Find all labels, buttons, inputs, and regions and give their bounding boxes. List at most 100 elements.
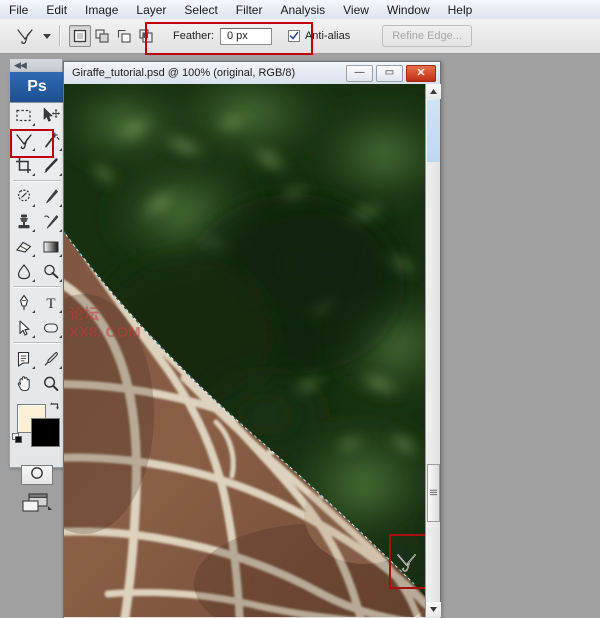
lasso-tool-icon [14, 26, 36, 46]
toolbox-row [10, 234, 64, 259]
minimize-button[interactable]: — [346, 65, 373, 82]
minimize-icon: — [355, 68, 365, 78]
swap-colors-icon[interactable] [48, 400, 61, 418]
scroll-down-button[interactable] [426, 602, 441, 617]
document-title: Giraffe_tutorial.psd @ 100% (original, R… [72, 67, 295, 79]
toolbox-divider [13, 180, 61, 182]
flyout-corner-icon [32, 279, 35, 282]
flyout-corner-icon [32, 173, 35, 176]
menu-item-select[interactable]: Select [176, 1, 225, 19]
canvas-area[interactable]: 论坛 XX8. COM [64, 84, 440, 617]
magic-wand-tool[interactable] [37, 128, 64, 153]
scroll-up-button[interactable] [426, 84, 441, 99]
menu-item-file[interactable]: File [1, 1, 36, 19]
path-selection-tool[interactable] [10, 315, 37, 340]
refine-edge-button[interactable]: Refine Edge... [382, 25, 472, 47]
new-selection-button[interactable] [69, 25, 91, 47]
toolbox-row [10, 259, 64, 284]
scrollbar-thumb[interactable] [427, 464, 440, 522]
toolbox-divider [13, 286, 61, 288]
photoshop-logo-text: Ps [27, 78, 47, 96]
flyout-corner-icon [59, 148, 62, 151]
double-chevron-left-icon[interactable]: ◀◀ [14, 60, 26, 71]
move-tool[interactable] [37, 103, 64, 128]
slice-tool[interactable] [37, 153, 64, 178]
notes-tool[interactable] [10, 346, 37, 371]
menu-item-window[interactable]: Window [379, 1, 438, 19]
chevron-down-icon[interactable] [43, 34, 51, 39]
scrollbar-track-highlight [427, 100, 440, 162]
flyout-corner-icon [32, 366, 35, 369]
tool-preset-picker[interactable] [14, 26, 51, 46]
close-button[interactable]: ✕ [406, 65, 436, 82]
subtract-from-selection-button[interactable] [113, 25, 135, 47]
flyout-corner-icon [59, 310, 62, 313]
blur-tool[interactable] [10, 259, 37, 284]
maximize-icon: ▭ [385, 68, 394, 78]
menu-item-image[interactable]: Image [77, 1, 126, 19]
flyout-corner-icon [59, 204, 62, 207]
screen-mode-icon[interactable] [20, 491, 54, 520]
document-title-bar[interactable]: Giraffe_tutorial.psd @ 100% (original, R… [64, 62, 440, 85]
menu-item-layer[interactable]: Layer [128, 1, 174, 19]
toolbox-collapse-bar[interactable]: ◀◀ [9, 58, 63, 72]
crop-tool[interactable] [10, 153, 37, 178]
hand-tool[interactable] [10, 371, 37, 396]
eyedropper-tool[interactable] [37, 346, 64, 371]
menu-item-analysis[interactable]: Analysis [272, 1, 333, 19]
gradient-tool[interactable] [37, 234, 64, 259]
antialias-option-group[interactable]: Anti-alias [288, 30, 356, 42]
rectangular-marquee-tool[interactable] [10, 103, 37, 128]
type-tool[interactable]: T [37, 290, 64, 315]
menu-item-filter[interactable]: Filter [228, 1, 271, 19]
flyout-corner-icon [32, 148, 35, 151]
flyout-corner-icon [32, 310, 35, 313]
toolbox-row [10, 153, 64, 178]
menu-item-help[interactable]: Help [440, 1, 481, 19]
reset-colors-icon[interactable] [12, 433, 25, 451]
toolbox-divider [13, 342, 61, 344]
brush-tool[interactable] [37, 184, 64, 209]
intersect-with-selection-button[interactable] [135, 25, 157, 47]
history-brush-tool[interactable] [37, 209, 64, 234]
window-buttons: — ▭ ✕ [346, 65, 440, 82]
quick-mask-button[interactable] [21, 465, 53, 485]
maximize-button[interactable]: ▭ [376, 65, 403, 82]
clone-stamp-tool[interactable] [10, 209, 37, 234]
flyout-corner-icon [32, 204, 35, 207]
eraser-tool[interactable] [10, 234, 37, 259]
pen-tool[interactable] [10, 290, 37, 315]
toolbox-row [10, 128, 64, 153]
document-canvas[interactable]: 论坛 XX8. COM [64, 84, 425, 617]
flyout-corner-icon [59, 254, 62, 257]
menu-bar: File Edit Image Layer Select Filter Anal… [0, 0, 600, 20]
dodge-tool[interactable] [37, 259, 64, 284]
zoom-tool[interactable] [37, 371, 64, 396]
antialias-checkbox[interactable] [288, 30, 300, 42]
add-to-selection-button[interactable] [91, 25, 113, 47]
flyout-corner-icon [32, 254, 35, 257]
antialias-label: Anti-alias [305, 30, 350, 42]
flyout-corner-icon [59, 366, 62, 369]
menu-item-edit[interactable]: Edit [38, 1, 75, 19]
toolbox-row [10, 103, 64, 128]
feather-option-group: Feather: 0 px [173, 28, 272, 45]
flyout-corner-icon [59, 229, 62, 232]
background-color-swatch[interactable] [31, 418, 60, 447]
toolbox-row [10, 184, 64, 209]
toolbox-panel: Ps [9, 72, 65, 468]
flyout-corner-icon [32, 229, 35, 232]
quick-mask-icon [30, 466, 44, 485]
healing-brush-tool[interactable] [10, 184, 37, 209]
giraffe-subject [64, 84, 425, 617]
lasso-tool[interactable] [10, 128, 37, 153]
selection-mode-group [69, 25, 157, 47]
document-window: Giraffe_tutorial.psd @ 100% (original, R… [63, 61, 441, 618]
vertical-scrollbar[interactable] [425, 84, 440, 617]
photoshop-logo: Ps [10, 72, 64, 103]
flyout-corner-icon [59, 173, 62, 176]
feather-input[interactable]: 0 px [220, 28, 272, 45]
menu-item-view[interactable]: View [335, 1, 377, 19]
flyout-corner-icon [59, 279, 62, 282]
shape-tool[interactable] [37, 315, 64, 340]
